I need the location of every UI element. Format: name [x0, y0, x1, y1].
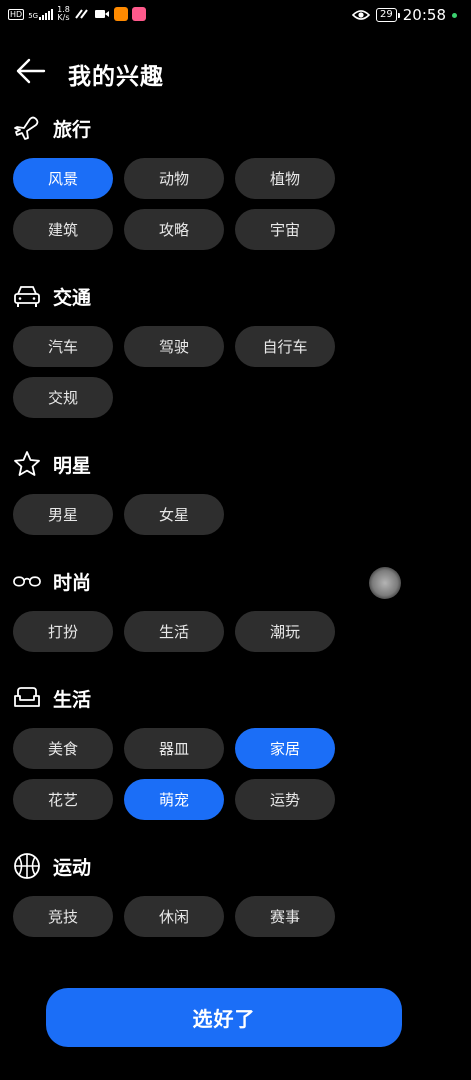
- signal-icon: 5G: [28, 8, 54, 20]
- battery-icon: 29: [376, 8, 400, 22]
- tag-trendy-toys[interactable]: 潮玩: [235, 611, 335, 652]
- tag-home[interactable]: 家居: [235, 728, 335, 769]
- tag-universe[interactable]: 宇宙: [235, 209, 335, 250]
- tag-food[interactable]: 美食: [13, 728, 113, 769]
- tag-guides[interactable]: 攻略: [124, 209, 224, 250]
- video-icon: [94, 10, 109, 18]
- section-title: 生活: [53, 688, 92, 711]
- tag-competitive[interactable]: 竞技: [13, 896, 113, 937]
- section-stars: 明星 男星 女星: [0, 450, 471, 535]
- basketball-icon: [13, 852, 41, 880]
- section-transport: 交通 汽车 驾驶 自行车 交规: [0, 282, 471, 418]
- tag-leisure[interactable]: 休闲: [124, 896, 224, 937]
- tag-male-stars[interactable]: 男星: [13, 494, 113, 535]
- tag-fortune[interactable]: 运势: [235, 779, 335, 820]
- touch-indicator: [369, 567, 401, 599]
- tag-traffic-rules[interactable]: 交规: [13, 377, 113, 418]
- page-title: 我的兴趣: [68, 64, 164, 90]
- section-title: 明星: [53, 454, 92, 477]
- tag-lifestyle[interactable]: 生活: [124, 611, 224, 652]
- tag-events[interactable]: 赛事: [235, 896, 335, 937]
- app-notification-icon: [131, 7, 146, 21]
- section-travel: 旅行 风景 动物 植物 建筑 攻略 宇宙: [0, 114, 471, 250]
- section-sports: 运动 竞技 休闲 赛事: [0, 852, 471, 937]
- tag-cars[interactable]: 汽车: [13, 326, 113, 367]
- back-button[interactable]: [14, 54, 48, 88]
- tag-bicycle[interactable]: 自行车: [235, 326, 335, 367]
- star-icon: [13, 450, 41, 478]
- tag-architecture[interactable]: 建筑: [13, 209, 113, 250]
- tag-pets[interactable]: 萌宠: [124, 779, 224, 820]
- sofa-icon: [13, 684, 41, 712]
- tag-dress-up[interactable]: 打扮: [13, 611, 113, 652]
- confirm-button[interactable]: 选好了: [46, 988, 402, 1047]
- section-title: 交通: [53, 286, 92, 309]
- airplane-icon: [13, 114, 41, 142]
- tag-utensils[interactable]: 器皿: [124, 728, 224, 769]
- eye-icon: [352, 10, 371, 20]
- status-bar: HD 5G 1.8 K/s 29 20:58: [0, 0, 471, 34]
- tag-driving[interactable]: 驾驶: [124, 326, 224, 367]
- tag-female-stars[interactable]: 女星: [124, 494, 224, 535]
- section-title: 时尚: [53, 571, 92, 594]
- link-icon: [75, 9, 88, 19]
- hd-indicator: HD: [8, 8, 25, 20]
- glasses-icon: [13, 567, 41, 595]
- clock: 20:58: [402, 6, 446, 24]
- network-speed: 1.8 K/s: [57, 5, 70, 22]
- tag-animals[interactable]: 动物: [124, 158, 224, 199]
- section-title: 运动: [53, 856, 92, 879]
- tag-scenery[interactable]: 风景: [13, 158, 113, 199]
- car-icon: [13, 282, 41, 310]
- section-title: 旅行: [53, 118, 92, 141]
- status-dot: [452, 12, 457, 18]
- header: 我的兴趣: [0, 52, 471, 92]
- tag-floral-art[interactable]: 花艺: [13, 779, 113, 820]
- tag-plants[interactable]: 植物: [235, 158, 335, 199]
- app-notification-icon: [113, 7, 128, 21]
- interest-list[interactable]: 旅行 风景 动物 植物 建筑 攻略 宇宙 交通 汽车 驾驶 自行车 交规 明星 …: [0, 112, 471, 954]
- section-life: 生活 美食 器皿 家居 花艺 萌宠 运势: [0, 684, 471, 820]
